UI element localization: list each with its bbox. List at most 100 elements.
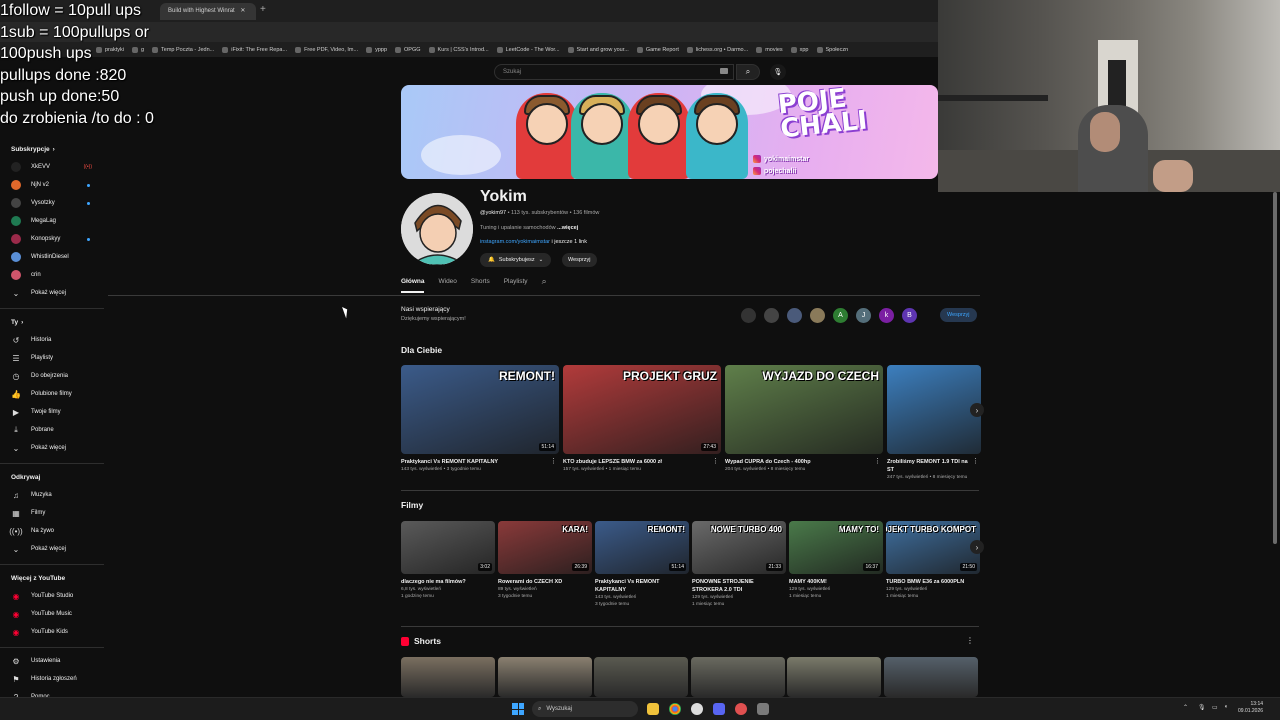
supporter-avatar[interactable]: k xyxy=(879,308,894,323)
channel-tab[interactable]: Playlisty xyxy=(504,278,528,293)
you-title[interactable]: Ty › xyxy=(0,313,104,331)
video-card[interactable]: Zrobiliśmy REMONT 1.9 TDI na ST 247 tys. … xyxy=(887,365,981,481)
app-icon[interactable] xyxy=(691,703,703,715)
taskbar-search[interactable]: ⌕ Wyszukaj xyxy=(532,701,638,717)
volume-icon[interactable]: ◖ xyxy=(1224,704,1228,710)
video-menu-icon[interactable]: ⋮ xyxy=(712,457,719,465)
video-card[interactable]: MAMY TO! 16:37 MAMY 400KM! 129 tys. wyświet… xyxy=(789,521,883,608)
bookmark-item[interactable]: movies xyxy=(756,46,783,53)
bookmark-item[interactable]: xpp xyxy=(790,46,809,53)
short-thumbnail[interactable] xyxy=(497,657,592,697)
sidebar-item-watch-later[interactable]: ◷ Do obejrzenia xyxy=(0,367,104,385)
bookmark-item[interactable]: yppp xyxy=(366,46,387,53)
sidebar-sub-item[interactable]: MegaLag xyxy=(0,212,104,230)
video-title[interactable]: Praktykanci Vs REMONT KAPITALNY xyxy=(401,458,559,466)
video-card[interactable]: REMONT! 51:14 Praktykanci Vs REMONT KAPITA… xyxy=(595,521,689,608)
search-input[interactable]: Szukaj xyxy=(494,64,734,80)
video-thumbnail[interactable]: REMONT! 51:14 xyxy=(401,365,559,454)
sidebar-item-flag[interactable]: ⚑ Historia zgłoszeń xyxy=(0,670,104,688)
supporter-avatar[interactable]: J xyxy=(856,308,871,323)
films-next-button[interactable]: › xyxy=(970,540,984,554)
channel-tab[interactable]: Shorts xyxy=(471,278,490,293)
shorts-menu-icon[interactable]: ⋮ xyxy=(966,636,974,645)
video-card[interactable]: KARA! 26:39 Rowerami do CZECH XD 89 tys. wy… xyxy=(498,521,592,608)
video-thumbnail[interactable]: NOWE TURBO 400 21:33 xyxy=(692,521,786,574)
subscribed-button[interactable]: 🔔 Subskrybujesz ⌄ xyxy=(480,253,552,267)
video-thumbnail[interactable] xyxy=(887,365,981,454)
sidebar-sub-item[interactable]: Konopskyy xyxy=(0,230,104,248)
bookmark-item[interactable]: Game Report xyxy=(636,46,679,53)
supporter-avatar[interactable]: B xyxy=(902,308,917,323)
page-scrollbar[interactable] xyxy=(1273,192,1277,544)
video-title[interactable]: dlaczego nie ma filmów? xyxy=(401,578,495,586)
video-title[interactable]: Rowerami do CZECH XD xyxy=(498,578,592,586)
bookmark-item[interactable]: lichess.org • Darmo... xyxy=(686,46,748,53)
video-title[interactable]: KTO zbuduje LEPSZE BMW za 6000 zł xyxy=(563,458,721,466)
sidebar-item-history[interactable]: ↺ Historia xyxy=(0,331,104,349)
video-menu-icon[interactable]: ⋮ xyxy=(874,457,881,465)
mic-icon[interactable]: 🎙 xyxy=(1198,704,1206,711)
video-title[interactable]: MAMY 400KM! xyxy=(789,578,883,586)
taskbar-clock[interactable]: 13:14 09.01.2026 xyxy=(1238,701,1263,715)
video-thumbnail[interactable]: WYJAZD DO CZECH xyxy=(725,365,883,454)
video-card[interactable]: PROJEKT GRUZ 27:43 KTO zbuduje LEPSZE BMW … xyxy=(563,365,721,481)
video-title[interactable]: Zrobiliśmy REMONT 1.9 TDI na ST xyxy=(887,458,981,474)
bookmark-item[interactable]: iFixit: The Free Repa... xyxy=(222,46,287,53)
sidebar-item-your-videos[interactable]: ▶ Twoje filmy xyxy=(0,403,104,421)
browser-tab-active[interactable]: Build with Highest Winrat ✕ xyxy=(160,3,256,20)
short-thumbnail[interactable] xyxy=(401,657,495,697)
video-card[interactable]: 3:02 dlaczego nie ma filmów? 6,8 tys. wyśw… xyxy=(401,521,495,608)
sidebar-item-music[interactable]: ♫ Muzyka xyxy=(0,486,104,504)
sidebar-item-liked[interactable]: 👍 Polubione filmy xyxy=(0,385,104,403)
bookmark-item[interactable]: LeetCode - The Wor... xyxy=(496,46,560,53)
video-card[interactable]: NOWE TURBO 400 21:33 PONOWNE STROJENIE STR… xyxy=(692,521,786,608)
bookmark-item[interactable]: Free PDF, Video, Im... xyxy=(295,46,358,53)
discord-icon[interactable] xyxy=(713,703,725,715)
video-title[interactable]: PONOWNE STROJENIE STROKERA 2.0 TDI xyxy=(692,578,786,594)
video-title[interactable]: Praktykanci Vs REMONT KAPITALNY xyxy=(595,578,689,594)
short-thumbnail[interactable] xyxy=(594,657,688,697)
tray-chevron-icon[interactable]: ⌃ xyxy=(1183,704,1188,711)
for-you-next-button[interactable]: › xyxy=(970,403,984,417)
search-button[interactable]: ⌕ xyxy=(736,64,760,80)
video-thumbnail[interactable]: MAMY TO! 16:37 xyxy=(789,521,883,574)
short-thumbnail[interactable] xyxy=(690,657,785,697)
short-thumbnail[interactable] xyxy=(883,657,978,697)
sidebar-item-live[interactable]: ((•)) Na żywo xyxy=(0,522,104,540)
bookmark-item[interactable]: Społeczn xyxy=(816,46,848,53)
sidebar-sub-item[interactable]: Vysotzky xyxy=(0,194,104,212)
sidebar-item-yt-app[interactable]: ◉ YouTube Music xyxy=(0,605,104,623)
start-button[interactable] xyxy=(512,703,524,715)
chrome-icon[interactable] xyxy=(669,703,681,715)
network-icon[interactable]: ▭ xyxy=(1212,704,1218,711)
close-tab-icon[interactable]: ✕ xyxy=(240,8,245,14)
subs-show-more[interactable]: ⌄ Pokaż więcej xyxy=(0,284,104,302)
sidebar-item-playlists[interactable]: ☰ Playlisty xyxy=(0,349,104,367)
video-thumbnail[interactable]: REMONT! 51:14 xyxy=(595,521,689,574)
video-card[interactable]: WYJAZD DO CZECH Wypad CUPRA do Czech - 40… xyxy=(725,365,883,481)
app-icon-3[interactable] xyxy=(757,703,769,715)
channel-tab[interactable]: Główna xyxy=(401,278,425,293)
bookmark-item[interactable]: Temp Poczta - Jedn... xyxy=(152,46,214,53)
sidebar-sub-item[interactable]: WhistlinDiesel xyxy=(0,248,104,266)
join-button[interactable]: Wesprzyj xyxy=(562,253,597,267)
sidebar-item-yt-app[interactable]: ◉ YouTube Studio xyxy=(0,587,104,605)
channel-tab[interactable]: Wideo xyxy=(438,278,456,293)
supporter-avatar[interactable] xyxy=(741,308,756,323)
app-icon-2[interactable] xyxy=(735,703,747,715)
video-title[interactable]: Wypad CUPRA do Czech - 400hp xyxy=(725,458,883,466)
channel-avatar[interactable] xyxy=(401,193,473,265)
supporter-avatar[interactable] xyxy=(787,308,802,323)
new-tab-button[interactable]: + xyxy=(260,4,266,15)
supporter-avatar[interactable] xyxy=(810,308,825,323)
support-button[interactable]: Wesprzyj xyxy=(940,308,977,322)
sidebar-sub-item[interactable]: NjN v2 xyxy=(0,176,104,194)
sidebar-item-yt-app[interactable]: ◉ YouTube Kids xyxy=(0,623,104,641)
voice-search-button[interactable]: 🎙 xyxy=(770,64,786,80)
video-thumbnail[interactable]: 3:02 xyxy=(401,521,495,574)
file-explorer-icon[interactable] xyxy=(647,703,659,715)
channel-search-icon[interactable]: ⌕ xyxy=(542,276,547,293)
sidebar-sub-item[interactable]: XkEVV ((•)) xyxy=(0,158,104,176)
bookmark-item[interactable]: Kurs | CSS's Introd... xyxy=(428,46,489,53)
video-thumbnail[interactable]: PROJEKT GRUZ 27:43 xyxy=(563,365,721,454)
